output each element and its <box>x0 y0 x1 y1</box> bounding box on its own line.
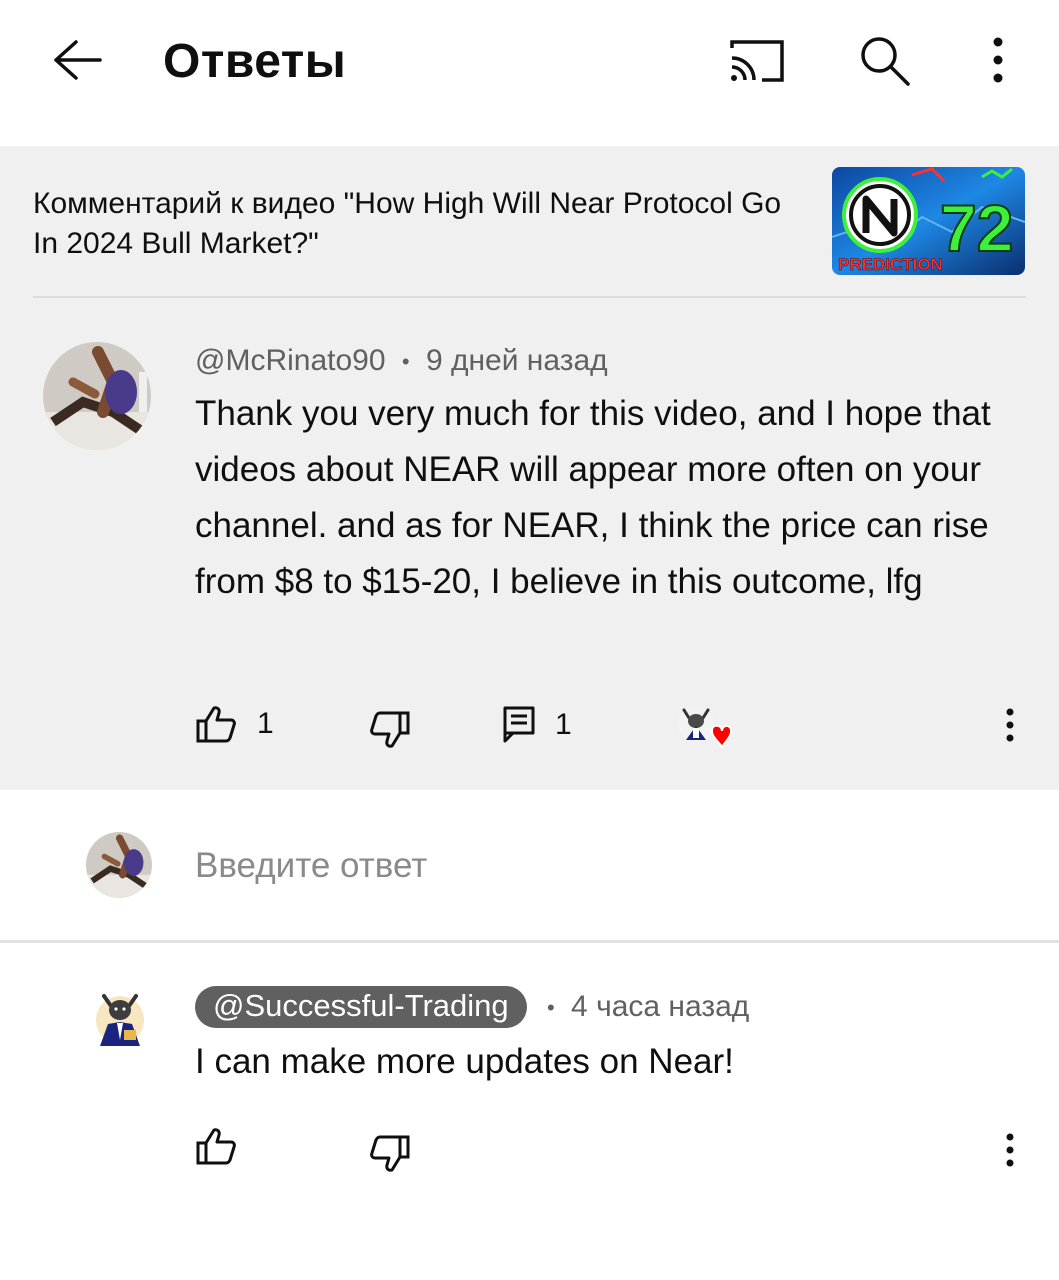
comment-text: Thank you very much for this video, and … <box>195 394 991 601</box>
reply-meta: @Successful-Trading • 4 часа назад <box>195 986 749 1028</box>
thumb-up-icon <box>196 706 236 743</box>
author-avatar[interactable] <box>43 342 151 450</box>
thumb-down-icon <box>370 1135 410 1172</box>
like-button[interactable]: 1 <box>195 704 274 744</box>
reply-more-button[interactable] <box>990 1126 1030 1174</box>
page-title: Ответы <box>163 35 347 88</box>
arrow-left-icon <box>54 40 102 80</box>
cast-icon <box>730 40 784 82</box>
current-user-avatar <box>86 832 152 898</box>
reply-like-button[interactable] <box>195 1126 237 1166</box>
comment-time: 9 дней назад <box>425 344 608 377</box>
meta-separator: • <box>401 349 410 375</box>
video-thumbnail[interactable]: 72 PREDICTION <box>832 167 1025 275</box>
reply-author-chip[interactable]: @Successful-Trading <box>195 986 527 1028</box>
reply-input[interactable]: Введите ответ <box>195 846 427 886</box>
reply-text: I can make more updates on Near! <box>195 1042 734 1081</box>
divider <box>0 940 1059 943</box>
top-app-bar: Ответы <box>0 0 1059 146</box>
comment-author[interactable]: @McRinato90 <box>195 344 386 377</box>
replies-button[interactable]: 1 <box>503 706 572 744</box>
more-vert-icon <box>1006 1133 1014 1167</box>
thumb-down-icon <box>370 711 410 748</box>
back-button[interactable] <box>44 28 108 92</box>
video-reference[interactable]: Комментарий к видео "How High Will Near … <box>33 184 813 264</box>
divider <box>33 296 1026 298</box>
dislike-button[interactable] <box>369 710 411 750</box>
comment-more-button[interactable] <box>990 701 1030 749</box>
more-vert-icon <box>993 37 1003 83</box>
thumbnail-number: 72 <box>940 191 1013 265</box>
search-button[interactable] <box>852 28 916 92</box>
comment-meta: @McRinato90 • 9 дней назад <box>195 344 608 378</box>
creator-heart-icon <box>678 706 732 749</box>
thumb-up-icon <box>196 1128 236 1165</box>
search-icon <box>861 37 910 86</box>
like-count: 1 <box>257 707 274 740</box>
comment-icon <box>503 706 535 743</box>
reply-author-avatar[interactable] <box>94 990 146 1050</box>
reply-count: 1 <box>555 708 572 741</box>
reply-time: 4 часа назад <box>571 990 750 1023</box>
more-button[interactable] <box>966 28 1030 92</box>
reply-input-row[interactable]: Введите ответ <box>0 790 1059 942</box>
meta-separator: • <box>547 995 555 1021</box>
cast-button[interactable] <box>724 28 788 92</box>
more-vert-icon <box>1006 708 1014 742</box>
reply-dislike-button[interactable] <box>369 1134 411 1174</box>
parent-comment-section: Комментарий к видео "How High Will Near … <box>0 146 1059 790</box>
creator-heart <box>676 704 732 756</box>
thumbnail-caption: PREDICTION <box>838 255 943 274</box>
